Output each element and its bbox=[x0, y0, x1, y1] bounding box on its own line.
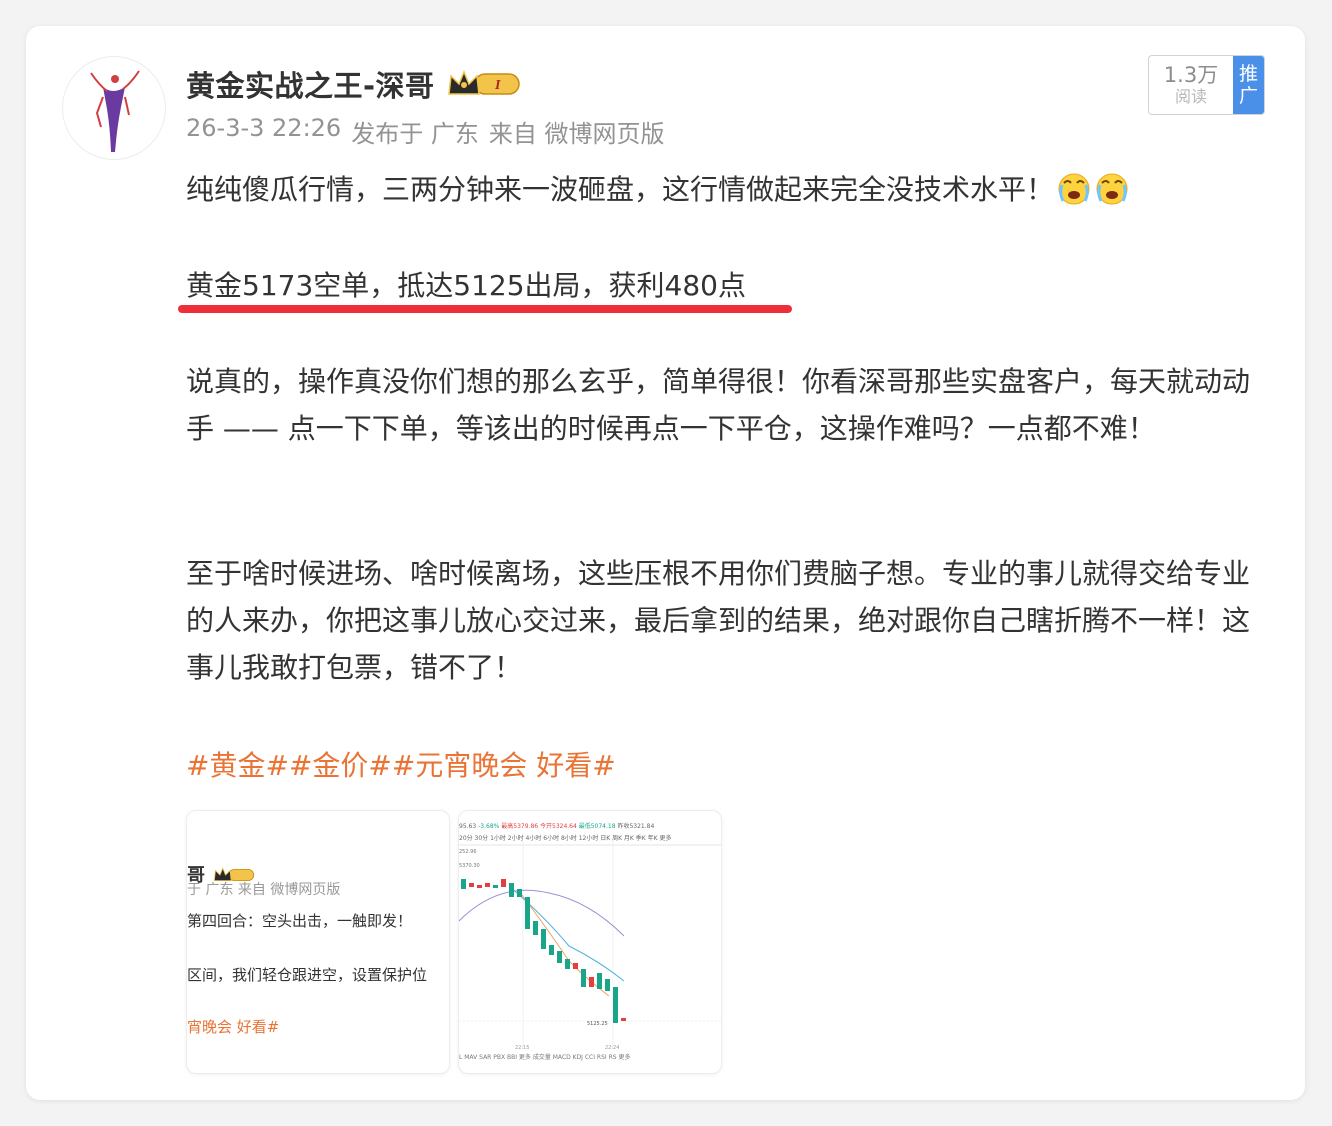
post-line-1: 纯纯傻瓜行情，三两分钟来一波砸盘，这行情做起来完全没技术水平！ bbox=[186, 166, 1264, 219]
thumb1-line-b: 区间，我们轻仓跟进空，设置保护位 bbox=[187, 966, 428, 984]
read-label: 阅读 bbox=[1174, 87, 1207, 106]
level-a-label: 252.96 bbox=[459, 849, 477, 855]
thumb2-indicators: L MAV SAR PBX BBI 更多 成交量 MACD KDJ CCI RS… bbox=[459, 1054, 631, 1061]
read-count-box: 1.3万 阅读 推 广 bbox=[1148, 55, 1265, 115]
post-meta: 26-3-3 22:26 发布于 广东 来自 微博网页版 bbox=[186, 114, 664, 149]
crying-face-icon bbox=[1094, 171, 1130, 219]
hashtag-gold[interactable]: #黄金# bbox=[186, 744, 289, 784]
image-thumbnail-1[interactable]: 哥 于 广东 来自 微博网页版 第四回合：空头出击，一触即发！ 区间，我们轻仓跟… bbox=[186, 810, 450, 1074]
post-paragraph-4: 至于啥时候进场、啥时候离场，这些压根不用你们费脑子想。专业的事儿就得交给专业的人… bbox=[186, 557, 1251, 684]
author-row: 黄金实战之王-深哥 I bbox=[186, 62, 523, 106]
image-thumbnail-2[interactable]: 95.63 -3.68% 最高5379.86 今开5324.64 最低5074.… bbox=[458, 810, 722, 1074]
thumb1-meta: 于 广东 来自 微博网页版 bbox=[187, 882, 341, 898]
level-b-label: 5370.30 bbox=[459, 863, 480, 869]
author-name[interactable]: 黄金实战之王-深哥 bbox=[186, 63, 435, 105]
time-label-a: 22:15 bbox=[515, 1045, 529, 1051]
post-location: 发布于 广东 bbox=[351, 120, 479, 148]
avatar[interactable] bbox=[62, 56, 166, 160]
candlestick-chart: 252.96 5370.30 5125.25 22:15 22:24 bbox=[459, 841, 721, 1051]
thumb1-hashtag: 宵晚会 好看# bbox=[187, 1018, 280, 1036]
hashtag-lantern-gala[interactable]: #元宵晚会 好看# bbox=[392, 744, 616, 784]
red-underline bbox=[178, 305, 792, 313]
vip-crown-icon[interactable]: I bbox=[445, 68, 523, 100]
last-price-label: 5125.25 bbox=[587, 1021, 608, 1027]
post-time[interactable]: 26-3-3 22:26 bbox=[186, 114, 341, 149]
hashtag-row: #黄金# #金价# #元宵晚会 好看# bbox=[186, 744, 616, 784]
read-count: 1.3万 bbox=[1163, 63, 1219, 87]
promote-button[interactable]: 推 广 bbox=[1233, 56, 1264, 114]
post-line-1-text: 纯纯傻瓜行情，三两分钟来一波砸盘，这行情做起来完全没技术水平！ bbox=[186, 173, 1055, 206]
post-paragraph-3: 说真的，操作真没你们想的那么玄乎，简单得很！你看深哥那些实盘客户，每天就动动手 … bbox=[186, 365, 1251, 445]
post-line-2: 黄金5173空单，抵达5125出局，获利480点 bbox=[186, 269, 746, 302]
time-label-b: 22:24 bbox=[605, 1045, 619, 1051]
post-source: 来自 微博网页版 bbox=[488, 120, 665, 148]
read-stats: 1.3万 阅读 bbox=[1149, 56, 1233, 114]
hashtag-gold-price[interactable]: #金价# bbox=[289, 744, 392, 784]
crying-face-icon bbox=[1056, 171, 1092, 219]
thumb1-line-a: 第四回合：空头出击，一触即发！ bbox=[187, 912, 413, 930]
promote-label-1: 推 bbox=[1238, 63, 1258, 85]
vip-level: I bbox=[494, 78, 501, 93]
promote-label-2: 广 bbox=[1238, 85, 1258, 107]
